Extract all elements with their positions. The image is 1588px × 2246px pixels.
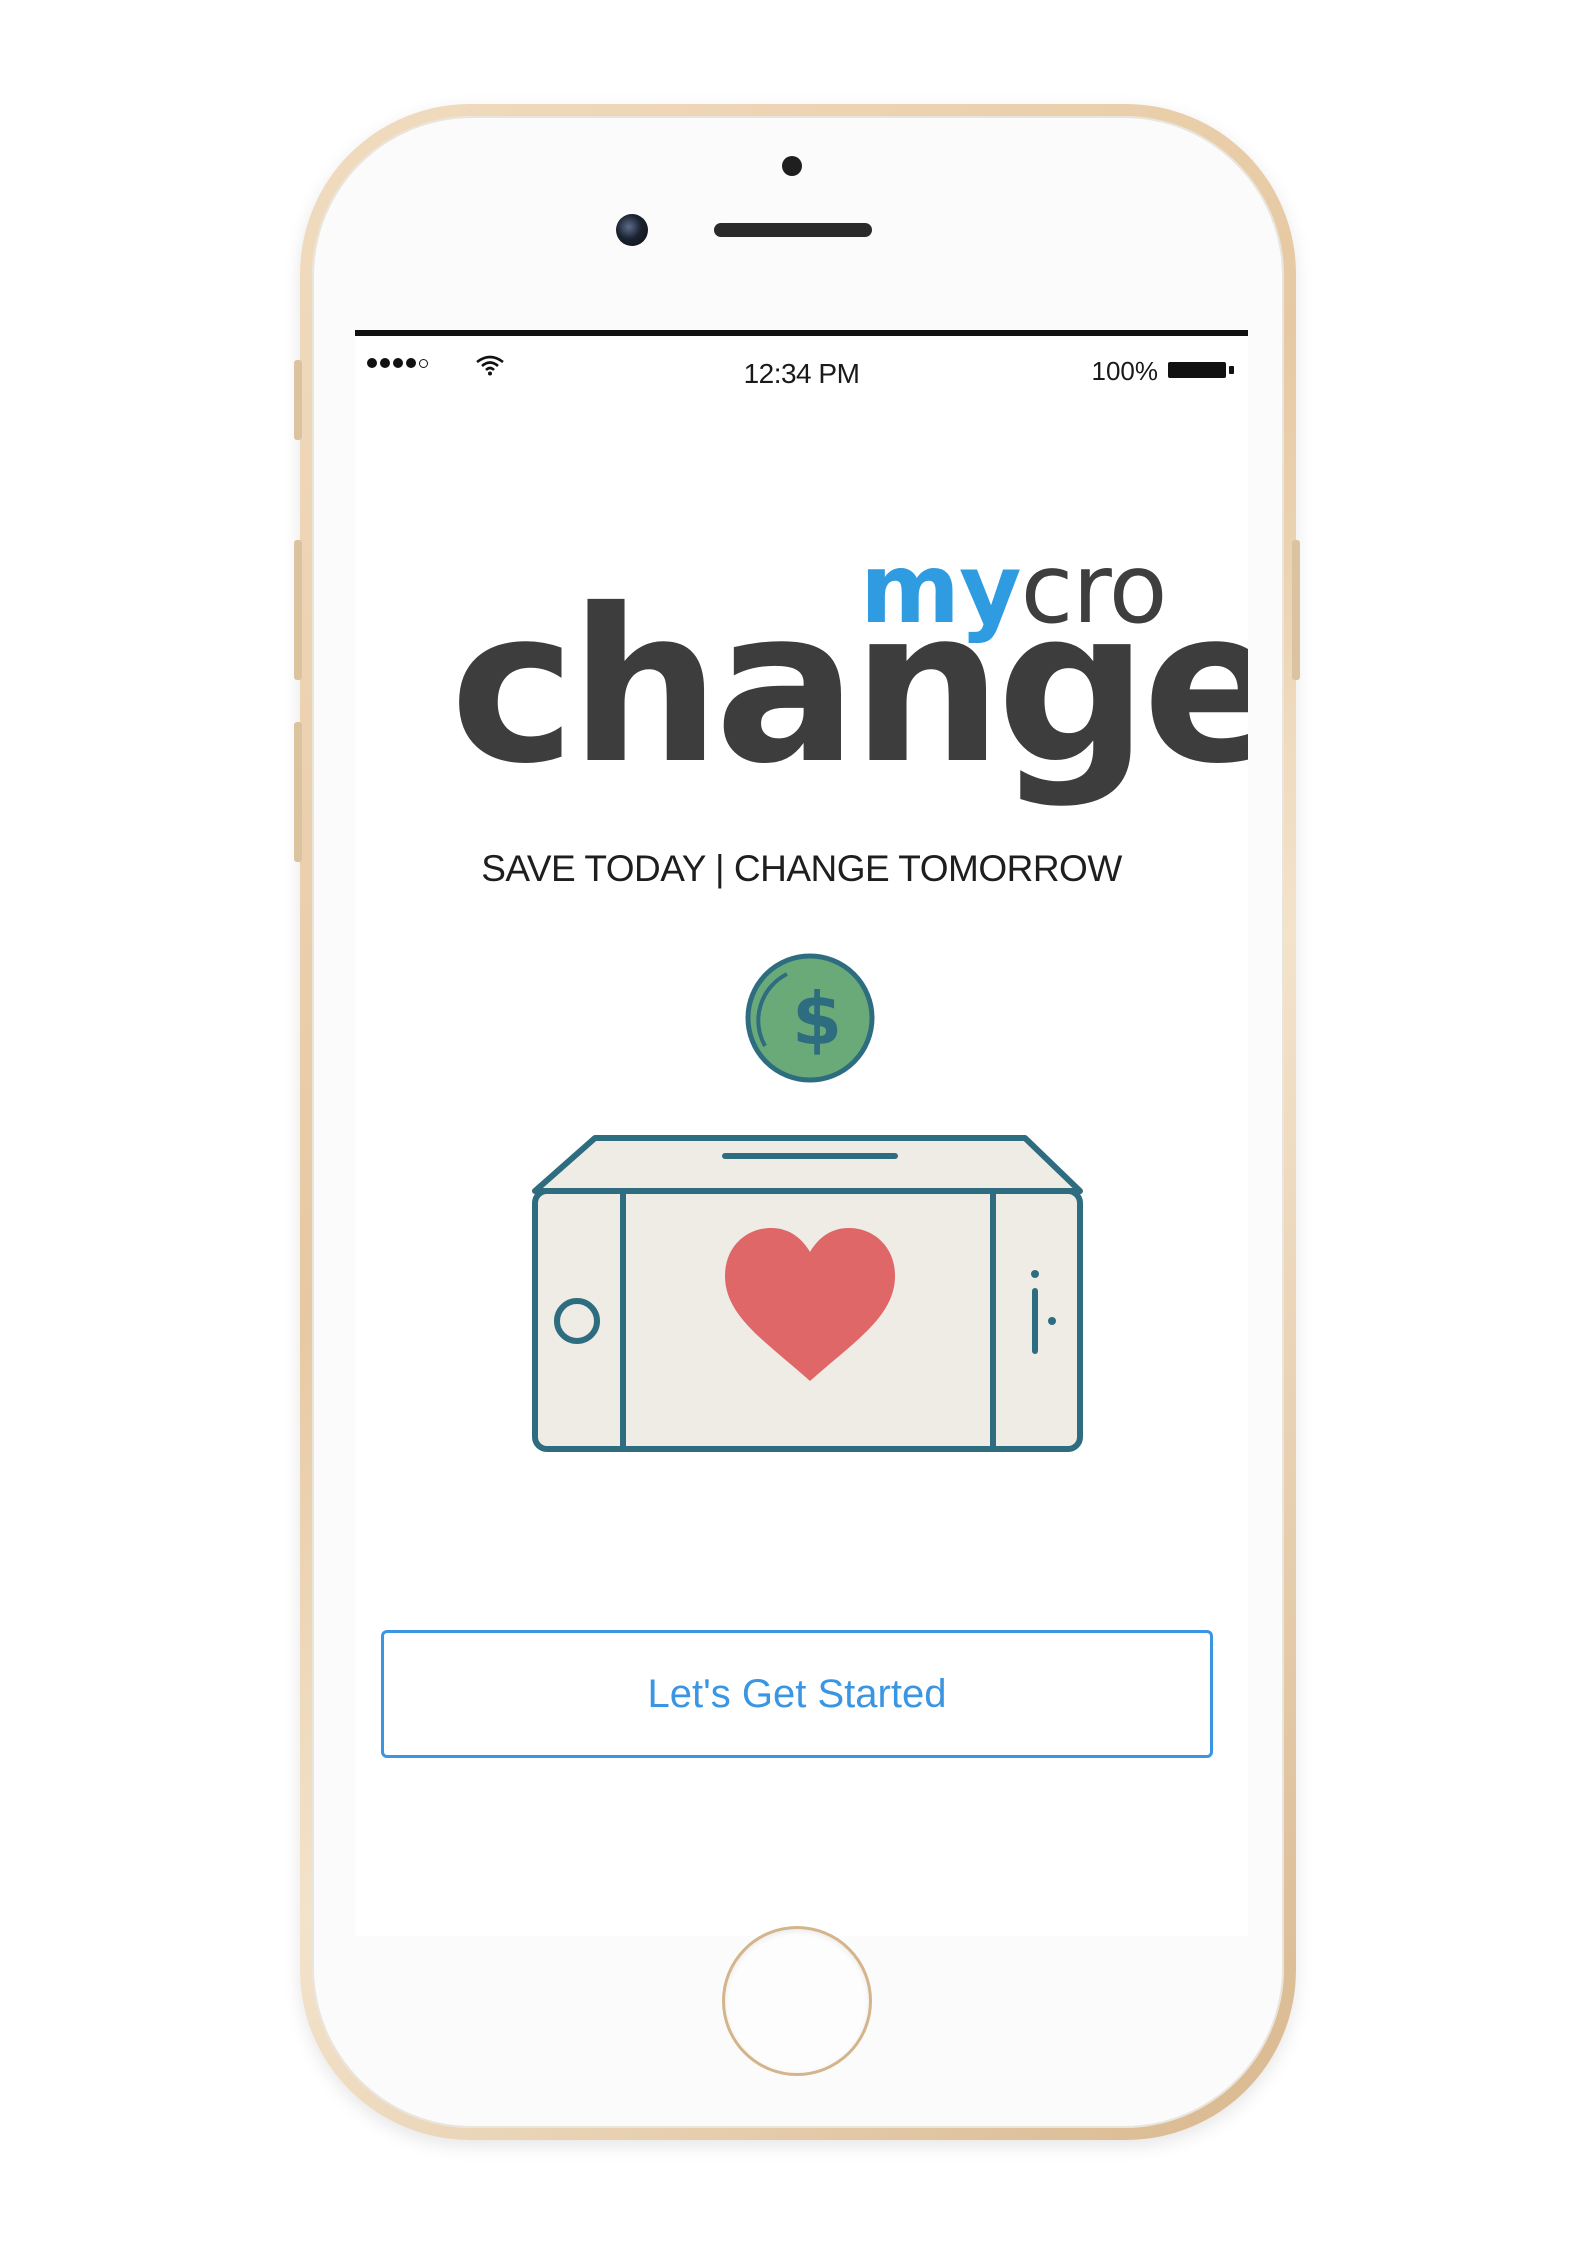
mute-switch: [294, 360, 302, 440]
status-bar: 12:34 PM 100%: [355, 346, 1248, 390]
power-button: [1292, 540, 1300, 680]
volume-down-button: [294, 722, 302, 862]
battery-icon: [1168, 362, 1234, 378]
home-button[interactable]: [722, 1926, 872, 2076]
volume-up-button: [294, 540, 302, 680]
savings-illustration: $: [532, 953, 1083, 1452]
coin-dollar-symbol: $: [792, 977, 842, 1061]
app-screen: 12:34 PM 100% mycro change SAVE TODAY | …: [355, 330, 1248, 1936]
get-started-button[interactable]: Let's Get Started: [381, 1630, 1213, 1758]
page: 12:34 PM 100% mycro change SAVE TODAY | …: [0, 0, 1588, 2246]
front-camera-icon: [616, 214, 648, 246]
tagline: SAVE TODAY | CHANGE TOMORROW: [481, 848, 1122, 889]
logo-change: change: [450, 563, 1248, 810]
earpiece-speaker: [714, 223, 872, 237]
coin-icon: $: [745, 953, 875, 1083]
battery-percentage: 100%: [1091, 356, 1159, 386]
proximity-sensor: [782, 156, 802, 176]
